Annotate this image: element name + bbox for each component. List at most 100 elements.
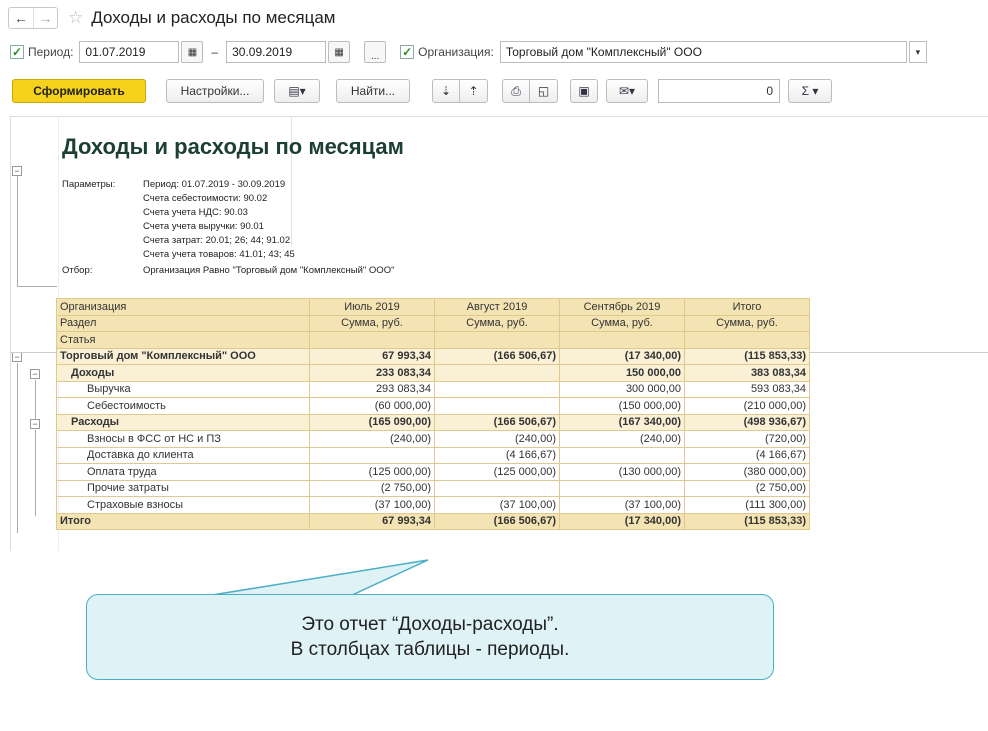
- chevron-down-icon[interactable]: ▾: [908, 41, 927, 63]
- header-organization: Организация: [56, 298, 310, 316]
- report-title: Доходы и расходы по месяцам: [62, 134, 404, 159]
- cell-value: [434, 479, 560, 497]
- row-name: Прочие затраты: [56, 479, 310, 497]
- window-title: Доходы и расходы по месяцам: [91, 8, 336, 27]
- row-name: Расходы: [56, 413, 310, 431]
- total-row[interactable]: Итого 67 993,34 (166 506,67) (17 340,00)…: [56, 512, 810, 530]
- cell-value: (150 000,00): [559, 397, 685, 415]
- cell-value: (17 340,00): [559, 512, 685, 530]
- row-name: Торговый дом "Комплексный" ООО: [56, 347, 310, 365]
- params-key: Параметры:: [62, 179, 116, 190]
- table-row[interactable]: Доставка до клиента (4 166,67) (4 166,67…: [56, 446, 810, 464]
- cell-value: 383 083,34: [684, 364, 810, 382]
- table-row[interactable]: Оплата труда (125 000,00) (125 000,00) (…: [56, 463, 810, 481]
- cell-value: (17 340,00): [559, 347, 685, 365]
- organization-checkbox[interactable]: ✓: [400, 45, 415, 59]
- cell-value: (240,00): [559, 430, 685, 448]
- header-sum: Сумма, руб.: [434, 314, 560, 332]
- mail-icon[interactable]: ✉▾: [606, 79, 648, 103]
- table-row[interactable]: Себестоимость (60 000,00) (150 000,00) (…: [56, 397, 810, 415]
- collapse-expenses-icon[interactable]: −: [30, 419, 40, 429]
- sum-field: 0: [658, 79, 780, 103]
- header-total: Итого: [684, 298, 810, 316]
- header-item: Статья: [56, 331, 310, 349]
- filter-key: Отбор:: [62, 265, 93, 276]
- cell-value: (240,00): [434, 430, 560, 448]
- forward-arrow-icon[interactable]: →: [33, 8, 57, 28]
- save-icon[interactable]: ▣: [570, 79, 598, 103]
- header-month: Сентябрь 2019: [559, 298, 685, 316]
- cell-value: (125 000,00): [434, 463, 560, 481]
- date-dash: –: [211, 45, 219, 59]
- collapse-groups-icon[interactable]: ⇡: [460, 79, 488, 103]
- header-month: Июль 2019: [309, 298, 435, 316]
- date-to-input[interactable]: 30.09.2019: [226, 41, 327, 63]
- cell-value: (115 853,33): [684, 347, 810, 365]
- row-name: Доставка до клиента: [56, 446, 310, 464]
- table-row[interactable]: Страховые взносы (37 100,00) (37 100,00)…: [56, 496, 810, 514]
- cell-value: (37 100,00): [434, 496, 560, 514]
- row-name: Итого: [56, 512, 310, 530]
- cell-value: (380 000,00): [684, 463, 810, 481]
- cell-value: [309, 446, 435, 464]
- header-sum: Сумма, руб.: [559, 314, 685, 332]
- row-name: Доходы: [56, 364, 310, 382]
- table-row[interactable]: Доходы 233 083,34 150 000,00 383 083,34: [56, 364, 810, 382]
- header-section: Раздел: [56, 314, 310, 332]
- param-line: Счета учета НДС: 90.03: [143, 207, 248, 218]
- collapse-params-icon[interactable]: −: [12, 166, 22, 176]
- cell-value: (498 936,67): [684, 413, 810, 431]
- param-line: Счета учета выручки: 90.01: [143, 221, 264, 232]
- expand-groups-icon[interactable]: ⇣: [432, 79, 460, 103]
- settings-button[interactable]: Настройки...: [166, 79, 264, 103]
- cell-value: 67 993,34: [309, 347, 435, 365]
- cell-value: (4 166,67): [684, 446, 810, 464]
- table-row[interactable]: Взносы в ФСС от НС и ПЗ (240,00) (240,00…: [56, 430, 810, 448]
- collapse-org-icon[interactable]: −: [12, 352, 22, 362]
- cell-value: 233 083,34: [309, 364, 435, 382]
- sum-select-button[interactable]: Σ ▾: [788, 79, 832, 103]
- toolbar: Сформировать Настройки... ▤▾ Найти... ⇣ …: [12, 78, 982, 104]
- calendar-icon[interactable]: ▦: [181, 41, 204, 63]
- collapse-income-icon[interactable]: −: [30, 369, 40, 379]
- cell-value: (111 300,00): [684, 496, 810, 514]
- period-checkbox[interactable]: ✓: [10, 45, 24, 59]
- row-name: Себестоимость: [56, 397, 310, 415]
- cell-value: [559, 446, 685, 464]
- calendar-icon[interactable]: ▦: [328, 41, 351, 63]
- table-row[interactable]: Выручка 293 083,34 300 000,00 593 083,34: [56, 380, 810, 398]
- cell-value: 293 083,34: [309, 380, 435, 398]
- row-name: Оплата труда: [56, 463, 310, 481]
- find-button[interactable]: Найти...: [336, 79, 410, 103]
- organization-input[interactable]: Торговый дом "Комплексный" ООО: [499, 41, 907, 63]
- callout-box: Это отчет “Доходы-расходы”. В столбцах т…: [86, 594, 774, 680]
- cell-value: 300 000,00: [559, 380, 685, 398]
- generate-button[interactable]: Сформировать: [12, 79, 146, 103]
- cell-value: (2 750,00): [309, 479, 435, 497]
- cell-value: (125 000,00): [309, 463, 435, 481]
- cell-value: [434, 380, 560, 398]
- sigma-icon: Σ: [801, 84, 810, 98]
- cell-value: 593 083,34: [684, 380, 810, 398]
- cell-value: (210 000,00): [684, 397, 810, 415]
- table-row[interactable]: Расходы (165 090,00) (166 506,67) (167 3…: [56, 413, 810, 431]
- param-line: Счета себестоимости: 90.02: [143, 193, 268, 204]
- cell-value: (240,00): [309, 430, 435, 448]
- table-row[interactable]: Торговый дом "Комплексный" ООО 67 993,34…: [56, 347, 810, 365]
- table-row[interactable]: Прочие затраты (2 750,00) (2 750,00): [56, 479, 810, 497]
- favorite-star-icon[interactable]: ☆: [68, 8, 83, 28]
- cell-value: (2 750,00): [684, 479, 810, 497]
- cell-value: [434, 364, 560, 382]
- cell-value: 150 000,00: [559, 364, 685, 382]
- period-select-button[interactable]: ...: [364, 41, 387, 63]
- variants-icon[interactable]: ▤▾: [274, 79, 320, 103]
- print-preview-icon[interactable]: ◱: [530, 79, 558, 103]
- row-name: Страховые взносы: [56, 496, 310, 514]
- header-sum: Сумма, руб.: [309, 314, 435, 332]
- date-from-input[interactable]: 01.07.2019: [79, 41, 180, 63]
- back-arrow-icon[interactable]: ←: [9, 8, 33, 28]
- print-icon[interactable]: ⎙: [502, 79, 530, 103]
- cell-value: (115 853,33): [684, 512, 810, 530]
- row-name: Взносы в ФСС от НС и ПЗ: [56, 430, 310, 448]
- callout-line: В столбцах таблицы - периоды.: [290, 639, 570, 660]
